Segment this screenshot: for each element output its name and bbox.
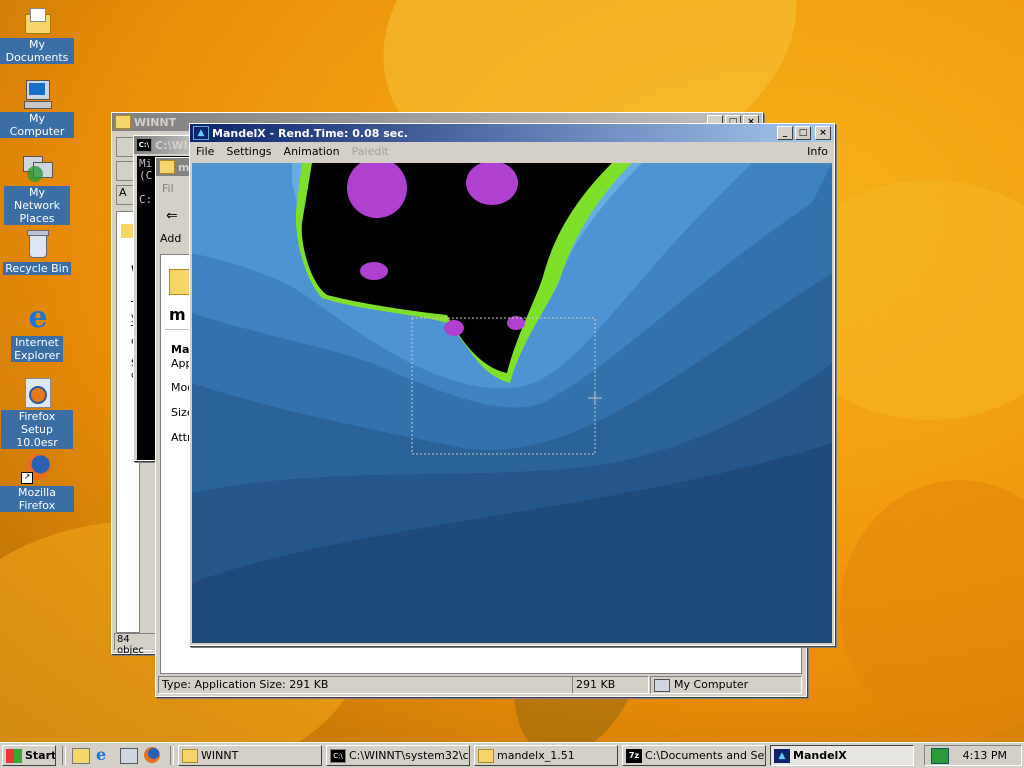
my-computer-icon	[21, 78, 53, 110]
fractal-image[interactable]	[192, 163, 832, 643]
window-title: m	[178, 160, 190, 174]
address-label: Add	[160, 232, 182, 245]
mandelx-window[interactable]: ▲ MandelX - Rend.Time: 0.08 sec. _ □ × F…	[189, 123, 835, 646]
desktop-background: My Documents My Computer My Network Plac…	[0, 0, 1024, 742]
task-cmd[interactable]: C:\ C:\WINNT\system32\c...	[326, 745, 470, 766]
status-text: Type: Application Size: 291 KB	[158, 676, 573, 694]
desktop-icon-recycle-bin[interactable]: Recycle Bin	[0, 228, 74, 275]
desktop-icon-label: Internet Explorer	[11, 336, 63, 362]
desktop-icon-firefox-setup[interactable]: Firefox Setup 10.0esr	[0, 376, 74, 449]
desktop-icon-mozilla-firefox[interactable]: ↗ Mozilla Firefox	[0, 452, 74, 512]
fractal-canvas[interactable]	[192, 163, 832, 643]
folder-icon	[182, 748, 198, 763]
my-computer-icon	[654, 678, 670, 692]
window-title: MandelX - Rend.Time: 0.08 sec.	[212, 126, 408, 140]
mandelx-menu-bar: File Settings Animation Paledit Info	[190, 142, 834, 160]
show-desktop-icon[interactable]	[72, 748, 90, 764]
recycle-bin-icon	[21, 228, 53, 260]
desktop-icon-label: My Documents	[0, 38, 74, 64]
window-title: WINNT	[134, 115, 177, 129]
folder-icon	[159, 160, 175, 174]
desktop-icon-label: Mozilla Firefox	[0, 486, 74, 512]
start-button[interactable]: Start	[2, 745, 56, 766]
back-arrow-icon[interactable]: ⇐	[166, 208, 178, 224]
firefox-icon[interactable]	[144, 747, 160, 763]
folder-icon	[115, 115, 131, 129]
network-icon[interactable]	[120, 748, 138, 764]
status-zone: My Computer	[650, 676, 802, 694]
task-7zip[interactable]: 7z C:\Documents and Set...	[622, 745, 766, 766]
task-winnt[interactable]: WINNT	[178, 745, 322, 766]
desktop-icon-label: My Computer	[0, 112, 74, 138]
cmd-icon: C:\	[330, 748, 346, 763]
mandelx-title-bar[interactable]: ▲ MandelX - Rend.Time: 0.08 sec. _ □ ×	[190, 124, 834, 142]
windows-logo-icon	[6, 748, 22, 763]
internet-explorer-icon: e	[28, 300, 48, 335]
ie-icon[interactable]: e	[96, 747, 112, 763]
wallpaper-petal	[840, 480, 1024, 740]
window-title: C:\WI	[155, 138, 188, 152]
mandelx-icon: ▲	[774, 748, 790, 763]
firefox-setup-icon	[21, 376, 53, 408]
file-menu-fragment[interactable]: Fil	[162, 182, 174, 195]
folder-icon	[121, 224, 133, 238]
task-mandelx[interactable]: ▲ MandelX	[770, 745, 914, 766]
7zip-icon: 7z	[626, 748, 642, 763]
maximize-button[interactable]: □	[795, 126, 811, 140]
desktop-icon-label: My Network Places	[4, 186, 70, 225]
cmd-icon: C:\	[136, 138, 152, 152]
minimize-button[interactable]: _	[777, 126, 793, 140]
menu-file[interactable]: File	[190, 145, 220, 158]
menu-animation[interactable]: Animation	[278, 145, 346, 158]
tray-app-icon[interactable]	[931, 747, 949, 764]
cmd-title-bar[interactable]: C:\ C:\WI	[134, 136, 194, 154]
taskbar-separator	[62, 746, 66, 765]
desktop-icon-internet-explorer[interactable]: e Internet Explorer	[0, 302, 74, 362]
menu-info[interactable]: Info	[801, 145, 834, 158]
close-button[interactable]: ×	[815, 126, 831, 140]
desktop-icon-network-places[interactable]: My Network Places	[0, 152, 74, 225]
mandelx-icon: ▲	[193, 126, 209, 140]
desktop-icon-my-computer[interactable]: My Computer	[0, 78, 74, 138]
status-bar: 84 objec	[114, 633, 158, 656]
my-documents-icon	[21, 4, 53, 36]
task-mandelx-folder[interactable]: mandelx_1.51	[474, 745, 618, 766]
clock[interactable]: 4:13 PM	[963, 749, 1007, 762]
taskbar: Start e WINNT C:\ C:\WINNT\system32\c...…	[0, 742, 1024, 768]
desktop-icon-my-documents[interactable]: My Documents	[0, 4, 74, 64]
detail-name: Ma	[171, 343, 190, 356]
taskbar-separator	[170, 746, 174, 765]
folder-heading: m	[169, 305, 186, 324]
desktop-icon-label: Firefox Setup 10.0esr	[1, 410, 73, 449]
network-places-icon	[21, 152, 53, 184]
menu-settings[interactable]: Settings	[220, 145, 277, 158]
system-tray: 4:13 PM	[924, 745, 1022, 766]
folder-icon	[478, 748, 494, 763]
status-size: 291 KB	[572, 676, 649, 694]
menu-paledit[interactable]: Paledit	[346, 145, 395, 158]
desktop-icon-label: Recycle Bin	[3, 262, 71, 275]
firefox-icon: ↗	[21, 452, 53, 484]
